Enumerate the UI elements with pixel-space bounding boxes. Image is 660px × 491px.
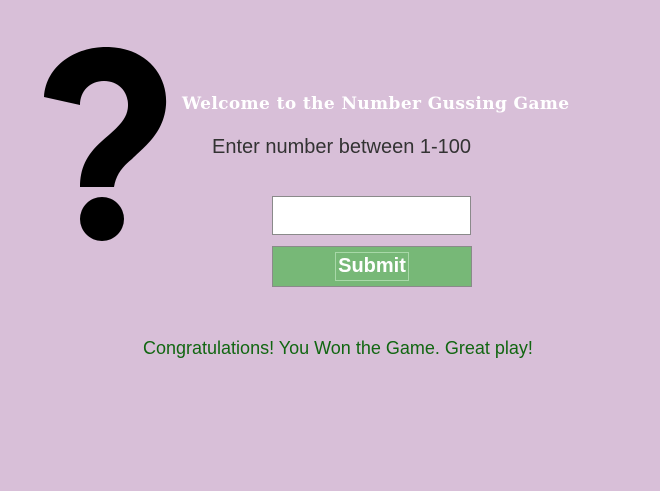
- question-mark-icon: [44, 47, 167, 241]
- number-prompt: Enter number between 1-100: [212, 136, 472, 158]
- submit-button[interactable]: Submit: [272, 246, 472, 287]
- guess-input[interactable]: [272, 196, 471, 235]
- page-title: Welcome to the Number Gussing Game: [182, 94, 570, 114]
- result-message: Congratulations! You Won the Game. Great…: [143, 338, 533, 358]
- submit-button-label: Submit: [335, 252, 409, 281]
